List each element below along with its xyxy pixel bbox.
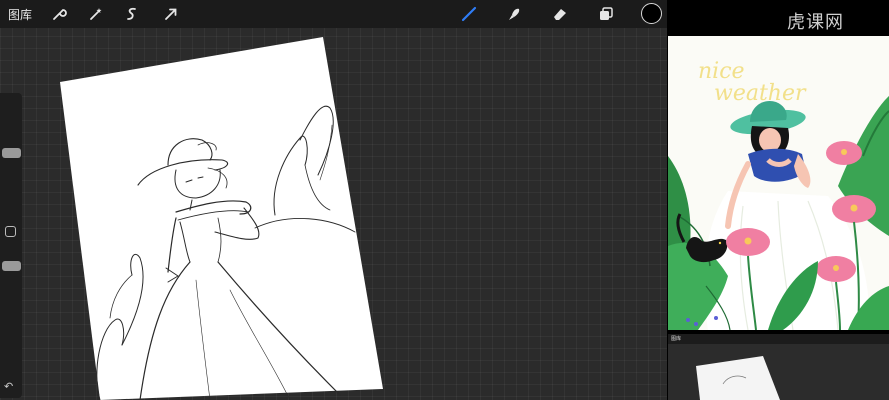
brush-size-handle[interactable] [2,148,21,158]
smudge-icon[interactable] [504,4,524,24]
gallery-button[interactable]: 图库 [8,6,32,23]
thumbnail-toolbar: 图库 [668,334,889,344]
tutorial-thumbnail: 图库 [668,334,889,400]
thumbnail-gallery-label: 图库 [671,336,682,342]
wrench-icon[interactable] [49,4,69,24]
transform-arrow-icon[interactable] [161,4,181,24]
modify-button[interactable] [5,226,16,237]
sidebar: ↶ [0,93,22,398]
procreate-app: 图库 ↶ [0,0,667,400]
layers-icon[interactable] [596,4,616,24]
canvas-paper [60,37,383,400]
opacity-slider[interactable] [1,243,21,358]
reference-illustration: nice weather [668,36,889,330]
sketch-canvas[interactable] [0,0,667,400]
thumbnail-canvas [696,356,780,400]
watermark-text: 虎课网 [787,12,844,33]
brush-size-slider[interactable] [1,93,21,203]
screen: 图库 ↶ 虎课网 nice weather 图库 [0,0,889,400]
girl-sketch [96,105,356,400]
selection-icon[interactable] [122,4,142,24]
top-toolbar: 图库 [0,0,667,28]
eraser-icon[interactable] [550,4,570,24]
opacity-handle[interactable] [2,261,21,271]
brush-icon[interactable] [459,4,479,24]
color-picker-button[interactable] [641,3,662,24]
magic-wand-icon[interactable] [86,4,106,24]
undo-icon[interactable]: ↶ [4,380,13,393]
